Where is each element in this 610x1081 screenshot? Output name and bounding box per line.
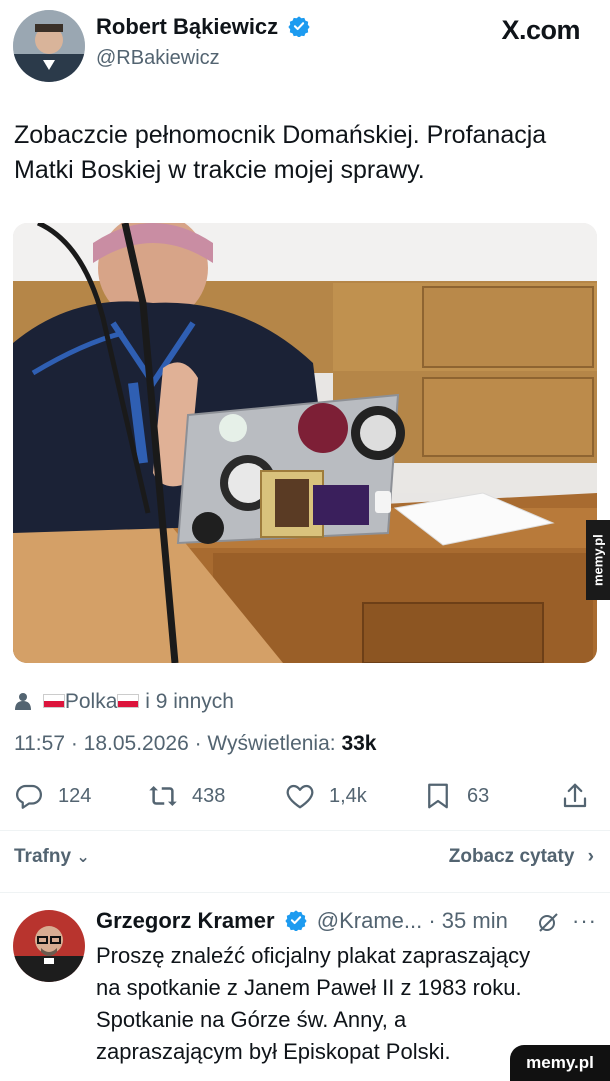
divider xyxy=(0,830,610,831)
liked-by-line[interactable]: Polka i 9 innych xyxy=(15,690,234,714)
reply-author-avatar[interactable] xyxy=(13,910,85,982)
tweet-text: Zobaczcie pełnomocnik Domańskiej. Profan… xyxy=(14,118,599,188)
retweet-button[interactable]: 438 xyxy=(148,776,225,816)
reply-header: Grzegorz Kramer @Krame... · 35 min xyxy=(96,908,508,934)
tweet-timestamp[interactable]: 11:57 · 18.05.2026 · xyxy=(14,732,207,755)
replies-sort-row: Trafny ⌄ Zobacz cytaty › xyxy=(14,846,594,872)
chevron-right-icon: › xyxy=(587,846,594,867)
tweet-photo[interactable] xyxy=(13,223,597,663)
author-handle[interactable]: @RBakiewicz xyxy=(96,47,220,70)
retweet-icon xyxy=(149,786,177,806)
divider xyxy=(0,892,610,893)
chevron-down-icon: ⌄ xyxy=(76,849,90,866)
verified-badge-icon xyxy=(288,16,310,37)
share-icon xyxy=(563,783,587,808)
verified-badge-icon xyxy=(285,910,307,931)
retweet-count: 438 xyxy=(192,784,226,807)
reply-avatar-image xyxy=(13,910,85,982)
reply-text-line: na spotkanie z Janem Paweł II z 1983 rok… xyxy=(96,975,522,1000)
more-options-icon[interactable]: ··· xyxy=(572,908,597,934)
person-icon xyxy=(15,693,31,710)
views-label: Wyświetlenia: xyxy=(207,732,342,755)
share-button[interactable] xyxy=(560,776,604,816)
reply-text-line: Spotkanie na Górze św. Anny, a xyxy=(96,1007,407,1032)
poland-flag-icon xyxy=(117,694,140,708)
side-watermark: memy.pl xyxy=(586,520,610,600)
bookmark-button[interactable]: 63 xyxy=(423,776,489,816)
grok-icon[interactable] xyxy=(536,910,560,939)
views-count: 33k xyxy=(341,732,377,755)
reply-author-handle[interactable]: @Krame... xyxy=(317,908,422,933)
bookmark-icon xyxy=(428,783,448,809)
tweet-text-line: Zobaczcie pełnomocnik Domańskiej. Profan… xyxy=(14,121,547,149)
courtroom-photo-image xyxy=(13,223,597,663)
x-logo[interactable]: X.com xyxy=(501,15,580,46)
heart-icon xyxy=(286,784,314,809)
tweet-text-line: Matki Boskiej w trakcie mojej sprawy. xyxy=(14,156,425,184)
liker-others[interactable]: i 9 innych xyxy=(145,690,234,713)
like-button[interactable]: 1,4k xyxy=(285,776,367,816)
bottom-watermark: memy.pl xyxy=(510,1045,610,1081)
reply-time[interactable]: · 35 min xyxy=(428,908,507,933)
author-avatar[interactable] xyxy=(13,10,85,82)
author-name-text: Robert Bąkiewicz xyxy=(96,14,279,39)
view-quotes-label: Zobacz cytaty xyxy=(448,846,575,867)
liker-name[interactable]: Polka xyxy=(65,690,118,713)
reply-icon xyxy=(16,784,42,809)
sort-label: Trafny xyxy=(14,846,72,867)
like-count: 1,4k xyxy=(329,784,367,807)
reply-button[interactable]: 124 xyxy=(14,776,91,816)
poland-flag-icon xyxy=(42,694,65,708)
tweet-meta: 11:57 · 18.05.2026 · Wyświetlenia: 33k xyxy=(14,732,377,756)
tweet-actions: 124 438 1,4k 63 xyxy=(0,776,610,816)
reply-author-name[interactable]: Grzegorz Kramer xyxy=(96,908,275,933)
view-quotes-link[interactable]: Zobacz cytaty › xyxy=(449,846,594,868)
sort-dropdown[interactable]: Trafny ⌄ xyxy=(14,846,90,868)
avatar-image xyxy=(13,10,85,82)
author-name[interactable]: Robert Bąkiewicz xyxy=(96,14,310,40)
reply-count: 124 xyxy=(58,784,92,807)
bookmark-count: 63 xyxy=(467,784,490,807)
reply-text-line: Proszę znaleźć oficjalny plakat zaprasza… xyxy=(96,943,531,968)
